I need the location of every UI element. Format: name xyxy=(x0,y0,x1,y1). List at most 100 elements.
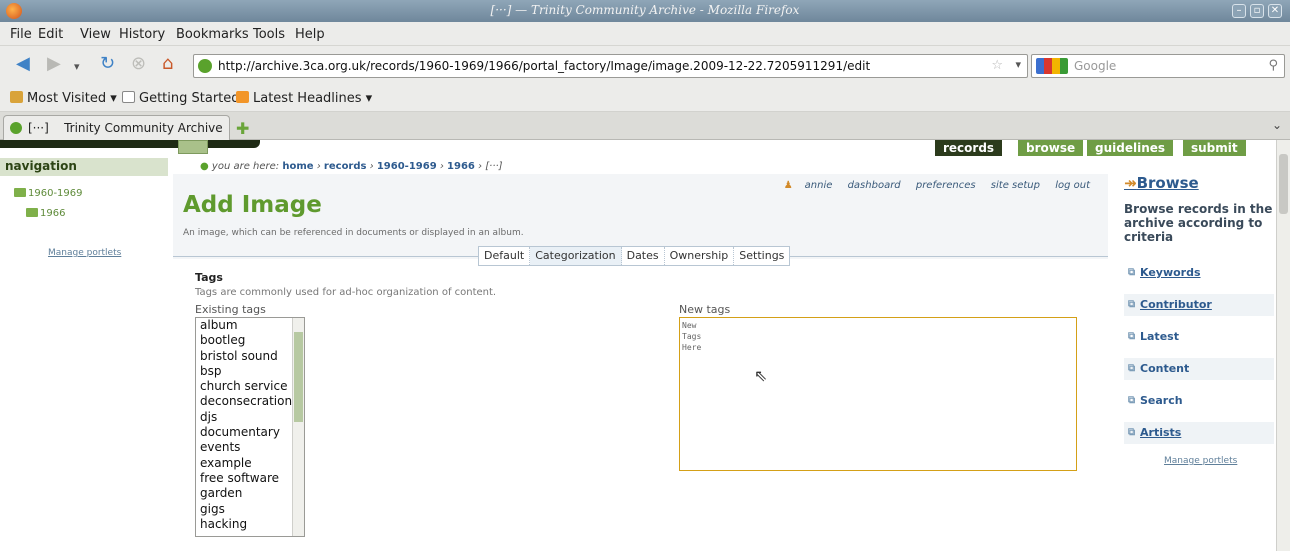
list-item[interactable]: garden xyxy=(196,486,304,501)
search-bar[interactable]: Google ⚲ xyxy=(1031,54,1285,78)
bookmark-latest-headlines[interactable]: Latest Headlines ▾ xyxy=(236,91,372,106)
list-item[interactable]: example xyxy=(196,456,304,471)
menu-tools[interactable]: Tools xyxy=(253,27,285,42)
page-content: records browse guidelines submit navigat… xyxy=(0,140,1276,551)
bookmark-label: Most Visited xyxy=(27,91,107,106)
nav-guidelines[interactable]: guidelines xyxy=(1087,140,1174,156)
back-arrow-icon[interactable]: ◀ xyxy=(16,54,30,74)
menu-help[interactable]: Help xyxy=(295,27,325,42)
preferences-link[interactable]: preferences xyxy=(916,180,976,191)
search-placeholder[interactable]: Google xyxy=(1074,59,1116,73)
browse-contributor-link[interactable]: ⧉ Contributor xyxy=(1124,294,1274,316)
page-scroll-thumb[interactable] xyxy=(1279,154,1288,214)
list-item[interactable]: bootleg xyxy=(196,333,304,348)
list-scroll-thumb[interactable] xyxy=(294,332,303,422)
forward-arrow-icon[interactable]: ▶ xyxy=(47,54,61,74)
tab-dates[interactable]: Dates xyxy=(622,247,665,265)
browse-keywords-link[interactable]: ⧉ Keywords xyxy=(1124,262,1274,284)
document-icon: ⧉ xyxy=(1128,267,1136,278)
window-titlebar: [···] — Trinity Community Archive - Mozi… xyxy=(0,0,1290,22)
content-area: ♟ annie dashboard preferences site setup … xyxy=(173,174,1108,551)
new-tab-plus-icon[interactable]: ✚ xyxy=(236,119,249,138)
site-info-icon: ● xyxy=(200,161,209,172)
close-button[interactable]: ✕ xyxy=(1268,4,1282,18)
home-icon[interactable]: ⌂ xyxy=(162,54,173,74)
document-icon: ⧉ xyxy=(1128,427,1136,438)
breadcrumb-1960-1969[interactable]: 1960-1969 xyxy=(377,161,437,172)
list-item[interactable]: hacking xyxy=(196,517,304,532)
browse-portlet-description: Browse records in the archive according … xyxy=(1124,202,1273,244)
url-text[interactable]: http://archive.3ca.org.uk/records/1960-1… xyxy=(218,59,870,73)
form-tabs: Default Categorization Dates Ownership S… xyxy=(478,246,791,266)
menu-history[interactable]: History xyxy=(119,27,165,42)
list-item[interactable]: gigs xyxy=(196,502,304,517)
list-item[interactable]: documentary xyxy=(196,425,304,440)
list-item[interactable]: events xyxy=(196,440,304,455)
manage-portlets-link[interactable]: Manage portlets xyxy=(48,248,121,258)
bookmark-star-icon[interactable]: ☆ xyxy=(991,58,1003,73)
browse-search-link[interactable]: ⧉ Search xyxy=(1124,390,1274,412)
log-out-link[interactable]: log out xyxy=(1055,180,1090,191)
tab-categorization[interactable]: Categorization xyxy=(530,247,622,265)
browse-artists-link[interactable]: ⧉ Artists xyxy=(1124,422,1274,444)
stop-icon[interactable]: ⊗ xyxy=(131,54,146,74)
list-item[interactable]: church service xyxy=(196,379,304,394)
browse-portlet-title[interactable]: ↠Browse xyxy=(1124,174,1199,192)
menu-view[interactable]: View xyxy=(80,27,111,42)
nav-item-label: 1966 xyxy=(40,208,66,219)
site-setup-link[interactable]: site setup xyxy=(991,180,1040,191)
user-link[interactable]: ♟ annie xyxy=(772,180,833,191)
new-tags-label: New tags xyxy=(679,303,731,316)
list-scrollbar[interactable] xyxy=(292,318,304,536)
menu-edit[interactable]: Edit xyxy=(38,27,63,42)
nav-submit[interactable]: submit xyxy=(1183,140,1246,156)
maximize-button[interactable]: ▫ xyxy=(1250,4,1264,18)
breadcrumb-1966[interactable]: 1966 xyxy=(447,161,475,172)
reload-icon[interactable]: ↻ xyxy=(100,54,115,74)
manage-portlets-link[interactable]: Manage portlets xyxy=(1164,456,1237,466)
tab-list-chevron-icon[interactable]: ⌄ xyxy=(1272,118,1282,132)
url-bar[interactable]: http://archive.3ca.org.uk/records/1960-1… xyxy=(193,54,1028,78)
site-header-strip xyxy=(0,140,260,148)
list-item[interactable]: djs xyxy=(196,410,304,425)
tab-favicon-icon xyxy=(10,122,22,134)
list-item[interactable]: bsp xyxy=(196,364,304,379)
nav-item-1966[interactable]: 1966 xyxy=(26,208,65,219)
nav-records[interactable]: records xyxy=(935,140,1003,156)
tab-default[interactable]: Default xyxy=(479,247,531,265)
dashboard-link[interactable]: dashboard xyxy=(848,180,901,191)
tags-heading: Tags xyxy=(195,271,223,284)
list-item[interactable]: bristol sound xyxy=(196,349,304,364)
existing-tags-list[interactable]: album bootleg bristol sound bsp church s… xyxy=(195,317,305,537)
document-icon: ⧉ xyxy=(1128,363,1136,374)
url-dropdown-icon[interactable]: ▾ xyxy=(1015,58,1021,71)
list-item[interactable]: album xyxy=(196,318,304,333)
user-icon: ♟ xyxy=(783,180,793,191)
personal-bar: ♟ annie dashboard preferences site setup … xyxy=(772,180,1090,191)
list-item[interactable]: deconsecration xyxy=(196,394,304,409)
nav-browse[interactable]: browse xyxy=(1018,140,1084,156)
history-dropdown-icon[interactable]: ▾ xyxy=(74,57,80,77)
nav-item-1960-1969[interactable]: 1960-1969 xyxy=(14,188,83,199)
browse-latest-link[interactable]: ⧉ Latest xyxy=(1124,326,1274,348)
search-engine-icon[interactable] xyxy=(1036,58,1068,74)
menu-file[interactable]: File xyxy=(10,27,32,42)
left-column: navigation 1960-1969 1966 Manage portlet… xyxy=(0,158,172,551)
tags-help-text: Tags are commonly used for ad-hoc organi… xyxy=(195,287,497,298)
bookmark-getting-started[interactable]: Getting Started xyxy=(122,91,240,106)
minimize-button[interactable]: – xyxy=(1232,4,1246,18)
page-scrollbar[interactable] xyxy=(1276,140,1290,551)
tab-settings[interactable]: Settings xyxy=(734,247,789,265)
menu-bookmarks[interactable]: Bookmarks xyxy=(176,27,249,42)
tab-trinity-community-archive[interactable]: [···] Trinity Community Archive xyxy=(3,115,230,141)
document-icon: ⧉ xyxy=(1128,299,1136,310)
new-tags-textarea[interactable]: New Tags Here xyxy=(679,317,1077,471)
list-item[interactable]: free software xyxy=(196,471,304,486)
search-icon[interactable]: ⚲ xyxy=(1268,58,1278,73)
breadcrumb-records[interactable]: records xyxy=(324,161,367,172)
browse-content-link[interactable]: ⧉ Content xyxy=(1124,358,1274,380)
rss-feed-icon xyxy=(236,91,249,103)
tab-ownership[interactable]: Ownership xyxy=(665,247,735,265)
bookmark-most-visited[interactable]: Most Visited ▾ xyxy=(10,91,117,106)
breadcrumb-home[interactable]: home xyxy=(282,161,313,172)
